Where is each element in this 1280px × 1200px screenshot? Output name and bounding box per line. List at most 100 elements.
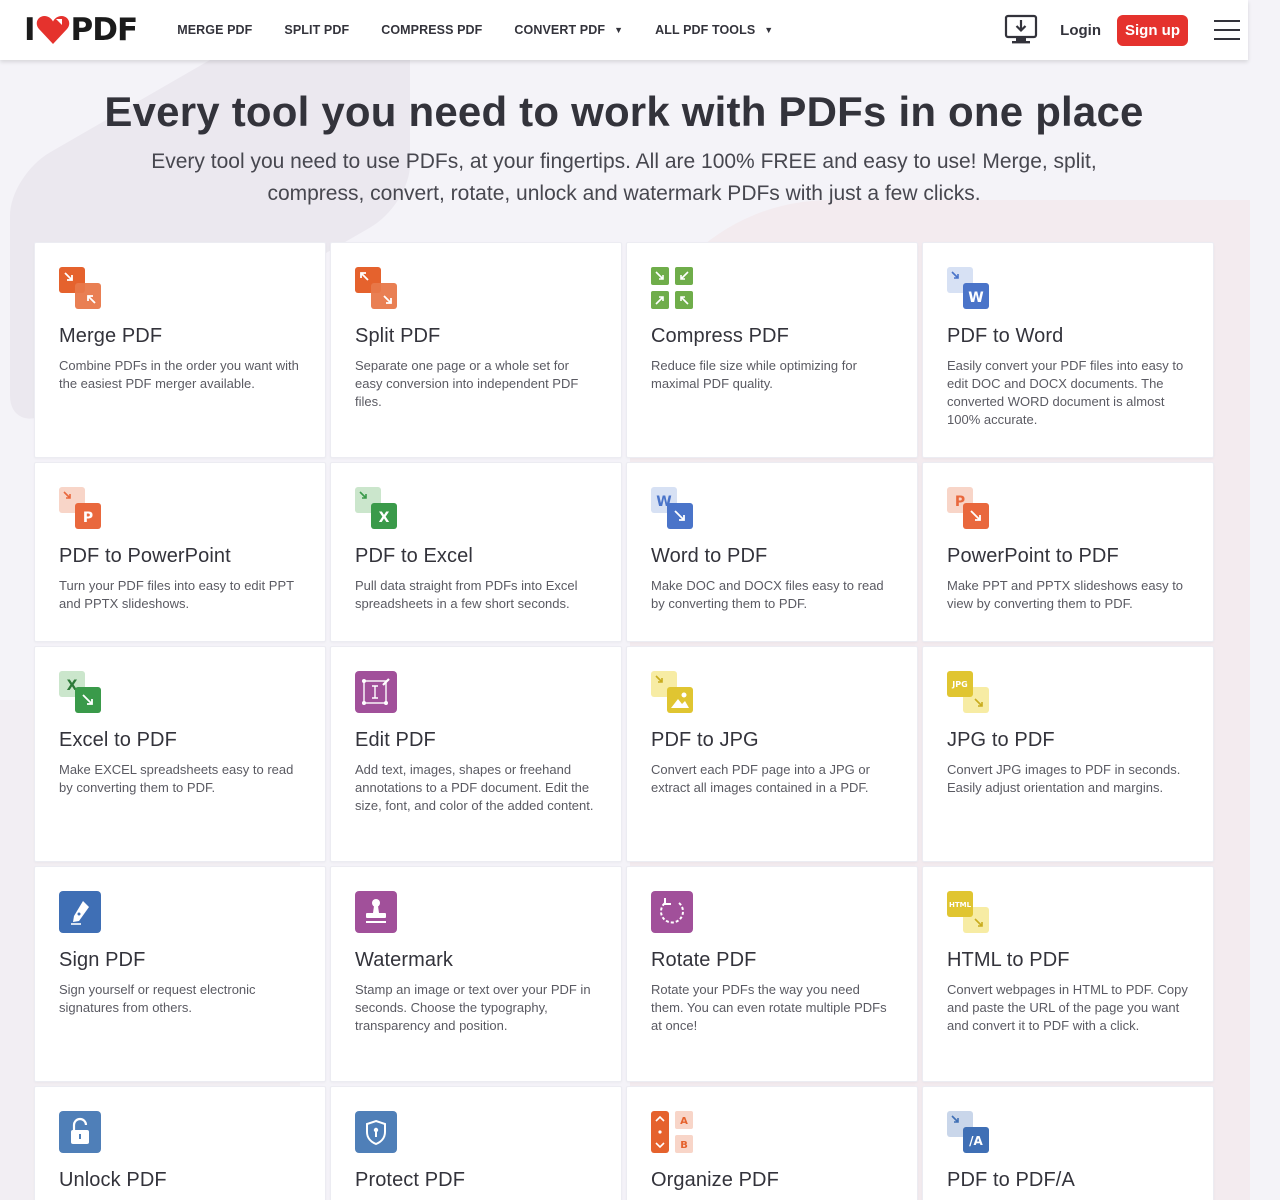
nav-convert-pdf[interactable]: CONVERT PDF ▼ xyxy=(498,0,639,60)
nav-merge-pdf[interactable]: MERGE PDF xyxy=(161,0,268,60)
caret-down-icon: ▼ xyxy=(764,25,774,35)
tool-description: Convert JPG images to PDF in seconds. Ea… xyxy=(947,762,1181,795)
tool-card-compress-pdf[interactable]: Compress PDF Reduce file size while opti… xyxy=(626,242,918,458)
tool-title: Rotate PDF xyxy=(651,949,757,971)
tool-title: Split PDF xyxy=(355,325,441,347)
nav-label: CONVERT PDF xyxy=(514,23,606,37)
tool-card-html-to-pdf[interactable]: HTML HTML to PDF Convert webpages in HTM… xyxy=(922,866,1214,1082)
pdf-to-jpg-icon xyxy=(651,671,693,713)
compress-icon xyxy=(651,267,693,309)
login-link[interactable]: Login xyxy=(1060,22,1101,39)
unlock-pdf-icon xyxy=(59,1111,101,1153)
tool-card-pdf-to-excel[interactable]: X PDF to Excel Pull data straight from P… xyxy=(330,462,622,642)
pdf-to-excel-icon: X xyxy=(355,487,397,529)
nav-label: COMPRESS PDF xyxy=(381,23,483,37)
tool-title: PDF to Excel xyxy=(355,545,473,567)
tool-description: Easily convert your PDF files into easy … xyxy=(947,358,1184,427)
tool-title: JPG to PDF xyxy=(947,729,1055,751)
tool-title: Sign PDF xyxy=(59,949,146,971)
page-title: Every tool you need to work with PDFs in… xyxy=(104,88,1144,135)
tool-title: Excel to PDF xyxy=(59,729,177,751)
tool-title: PDF to Word xyxy=(947,325,1064,347)
tool-description: Convert each PDF page into a JPG or extr… xyxy=(651,762,870,795)
tool-card-jpg-to-pdf[interactable]: JPG JPG to PDF Convert JPG images to PDF… xyxy=(922,646,1214,862)
tool-description: Make DOC and DOCX files easy to read by … xyxy=(651,578,884,611)
logo-suffix: PDF xyxy=(70,12,139,48)
tool-title: Edit PDF xyxy=(355,729,436,751)
tool-description: Stamp an image or text over your PDF in … xyxy=(355,982,591,1033)
tool-title: PDF to PowerPoint xyxy=(59,545,231,567)
pdf-to-word-icon: W xyxy=(947,267,989,309)
tool-title: Protect PDF xyxy=(355,1169,466,1191)
tool-card-rotate-pdf[interactable]: Rotate PDF Rotate your PDFs the way you … xyxy=(626,866,918,1082)
protect-pdf-icon xyxy=(355,1111,397,1153)
tool-title: Word to PDF xyxy=(651,545,768,567)
excel-to-pdf-icon: X xyxy=(59,671,101,713)
page-subtitle: Every tool you need to use PDFs, at your… xyxy=(151,150,1097,205)
tool-card-split-pdf[interactable]: Split PDF Separate one page or a whole s… xyxy=(330,242,622,458)
nav-split-pdf[interactable]: SPLIT PDF xyxy=(268,0,365,60)
watermark-icon xyxy=(355,891,397,933)
tool-title: Organize PDF xyxy=(651,1169,779,1191)
tool-card-excel-to-pdf[interactable]: X Excel to PDF Make EXCEL spreadsheets e… xyxy=(34,646,326,862)
tool-description: Separate one page or a whole set for eas… xyxy=(355,358,579,409)
tool-card-pdf-to-powerpoint[interactable]: P PDF to PowerPoint Turn your PDF files … xyxy=(34,462,326,642)
tool-title: HTML to PDF xyxy=(947,949,1070,971)
tool-description: Combine PDFs in the order you want with … xyxy=(59,358,299,391)
top-header: I PDF MERGE PDF SPLIT PDF COMPRESS PDF C… xyxy=(0,0,1248,60)
hero-section: Every tool you need to work with PDFs in… xyxy=(0,60,1248,210)
tool-card-pdf-to-pdfa[interactable]: /A PDF to PDF/A xyxy=(922,1086,1214,1200)
nav-label: SPLIT PDF xyxy=(284,23,350,37)
tool-card-sign-pdf[interactable]: Sign PDF Sign yourself or request electr… xyxy=(34,866,326,1082)
main-nav: MERGE PDF SPLIT PDF COMPRESS PDF CONVERT… xyxy=(161,0,789,60)
icon-letter: P xyxy=(83,510,93,526)
tool-description: Pull data straight from PDFs into Excel … xyxy=(355,578,578,611)
tool-title: PowerPoint to PDF xyxy=(947,545,1119,567)
tool-card-edit-pdf[interactable]: Edit PDF Add text, images, shapes or fre… xyxy=(330,646,622,862)
html-to-pdf-icon: HTML xyxy=(947,891,989,933)
icon-letter: JPG xyxy=(951,680,967,689)
rotate-pdf-icon xyxy=(651,891,693,933)
desktop-download-icon[interactable] xyxy=(1004,14,1038,46)
nav-compress-pdf[interactable]: COMPRESS PDF xyxy=(365,0,498,60)
tool-card-pdf-to-word[interactable]: W PDF to Word Easily convert your PDF fi… xyxy=(922,242,1214,458)
powerpoint-to-pdf-icon: P xyxy=(947,487,989,529)
tool-card-watermark[interactable]: Watermark Stamp an image or text over yo… xyxy=(330,866,622,1082)
nav-label: ALL PDF TOOLS xyxy=(655,23,756,37)
icon-letter: B xyxy=(680,1140,688,1151)
tool-description: Make EXCEL spreadsheets easy to read by … xyxy=(59,762,294,795)
tool-card-organize-pdf[interactable]: A B Organize PDF xyxy=(626,1086,918,1200)
tool-card-merge-pdf[interactable]: Merge PDF Combine PDFs in the order you … xyxy=(34,242,326,458)
tool-description: Sign yourself or request electronic sign… xyxy=(59,982,256,1015)
tool-card-unlock-pdf[interactable]: Unlock PDF xyxy=(34,1086,326,1200)
tool-description: Rotate your PDFs the way you need them. … xyxy=(651,982,887,1033)
tool-card-word-to-pdf[interactable]: W Word to PDF Make DOC and DOCX files ea… xyxy=(626,462,918,642)
ilovepdf-logo[interactable]: I PDF xyxy=(24,0,139,60)
icon-letter: /A xyxy=(969,1134,983,1148)
jpg-to-pdf-icon: JPG xyxy=(947,671,989,713)
tool-title: PDF to JPG xyxy=(651,729,759,751)
header-actions: Login Sign up xyxy=(1004,0,1248,60)
tool-card-powerpoint-to-pdf[interactable]: P PowerPoint to PDF Make PPT and PPTX sl… xyxy=(922,462,1214,642)
edit-pdf-icon xyxy=(355,671,397,713)
tool-description: Add text, images, shapes or freehand ann… xyxy=(355,762,594,813)
caret-down-icon: ▼ xyxy=(614,25,624,35)
tool-card-pdf-to-jpg[interactable]: PDF to JPG Convert each PDF page into a … xyxy=(626,646,918,862)
tool-card-protect-pdf[interactable]: Protect PDF xyxy=(330,1086,622,1200)
pdf-to-pdfa-icon: /A xyxy=(947,1111,989,1153)
word-to-pdf-icon: W xyxy=(651,487,693,529)
tool-title: Watermark xyxy=(355,949,453,971)
tool-title: Unlock PDF xyxy=(59,1169,167,1191)
icon-letter: W xyxy=(968,290,983,306)
tool-description: Turn your PDF files into easy to edit PP… xyxy=(59,578,294,611)
signup-button[interactable]: Sign up xyxy=(1117,14,1188,46)
tool-title: PDF to PDF/A xyxy=(947,1169,1075,1191)
hamburger-menu-icon[interactable] xyxy=(1214,20,1240,40)
heart-icon xyxy=(36,16,69,44)
pdf-to-powerpoint-icon: P xyxy=(59,487,101,529)
tool-description: Make PPT and PPTX slideshows easy to vie… xyxy=(947,578,1184,611)
organize-pdf-icon: A B xyxy=(651,1111,693,1153)
tool-description: Convert webpages in HTML to PDF. Copy an… xyxy=(947,982,1188,1033)
nav-all-pdf-tools[interactable]: ALL PDF TOOLS ▼ xyxy=(639,0,789,60)
icon-letter: A xyxy=(680,1116,688,1127)
